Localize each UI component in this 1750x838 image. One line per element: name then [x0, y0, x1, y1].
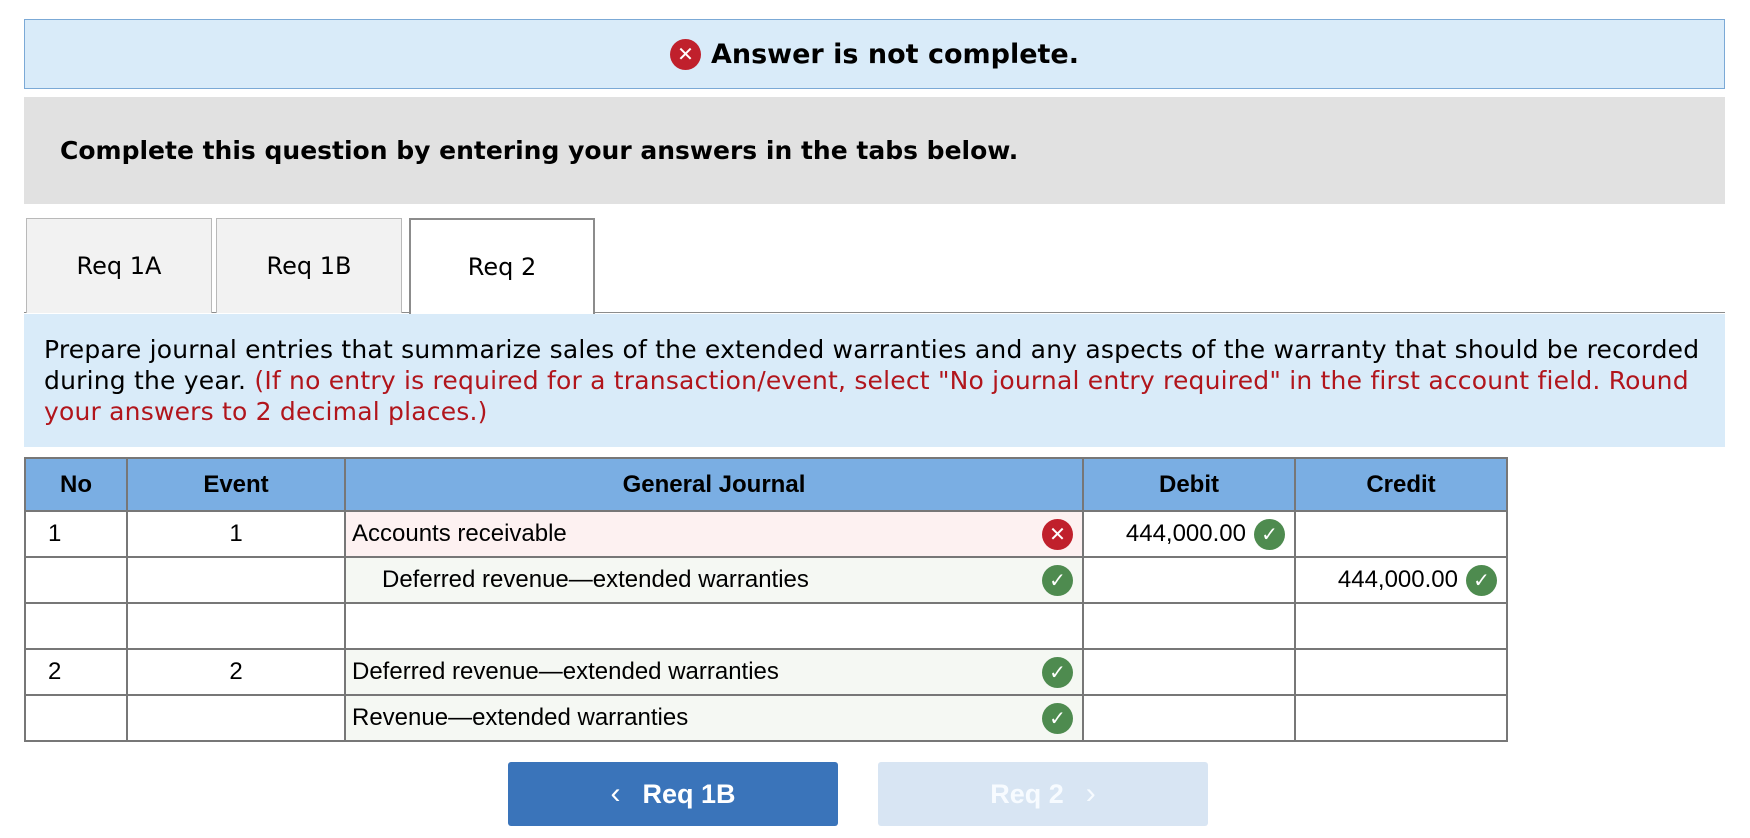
tab-label: Req 2: [467, 253, 537, 281]
correct-check-icon: ✓: [1042, 656, 1073, 688]
incorrect-x-icon: ✕: [1042, 518, 1073, 550]
credit-cell[interactable]: [1294, 602, 1508, 650]
table-row: [24, 602, 1508, 650]
table-row: Deferred revenue—extended warranties ✓ 4…: [24, 556, 1508, 604]
tab-req-2[interactable]: Req 2: [409, 218, 595, 314]
table-header-row: No Event General Journal Debit Credit: [24, 457, 1508, 512]
correct-check-icon: ✓: [1042, 564, 1073, 596]
next-req-button[interactable]: Req 2 ›: [878, 762, 1208, 826]
row-event: [126, 602, 346, 650]
account-name[interactable]: Revenue—extended warranties: [352, 704, 688, 732]
credit-cell[interactable]: [1294, 694, 1508, 742]
prev-button-label: Req 1B: [642, 778, 736, 809]
credit-cell[interactable]: [1294, 648, 1508, 696]
credit-cell[interactable]: [1294, 510, 1508, 558]
debit-cell[interactable]: [1082, 648, 1296, 696]
row-no: 2: [24, 648, 128, 696]
correct-check-icon: ✓: [1254, 518, 1285, 550]
instruction-bar: Complete this question by entering your …: [24, 97, 1725, 204]
table-row: 1 1 Accounts receivable ✕ 444,000.00 ✓: [24, 510, 1508, 558]
header-debit: Debit: [1082, 457, 1296, 512]
next-button-label: Req 2: [990, 778, 1064, 809]
row-event: [126, 556, 346, 604]
debit-cell[interactable]: [1082, 602, 1296, 650]
header-event: Event: [126, 457, 346, 512]
credit-cell[interactable]: 444,000.00 ✓: [1294, 556, 1508, 604]
header-general-journal: General Journal: [344, 457, 1084, 512]
header-credit: Credit: [1294, 457, 1508, 512]
banner-text: Answer is not complete.: [710, 38, 1080, 70]
row-no: 1: [24, 510, 128, 558]
account-cell[interactable]: Deferred revenue—extended warranties ✓: [344, 556, 1084, 604]
question-prompt: Prepare journal entries that summarize s…: [24, 314, 1725, 447]
table-row: Revenue—extended warranties ✓: [24, 694, 1508, 742]
chevron-left-icon: ‹: [610, 777, 621, 810]
debit-cell[interactable]: 444,000.00 ✓: [1082, 510, 1296, 558]
debit-cell[interactable]: [1082, 556, 1296, 604]
correct-check-icon: ✓: [1042, 702, 1073, 734]
tab-req-1b[interactable]: Req 1B: [216, 218, 402, 313]
account-cell[interactable]: Deferred revenue—extended warranties ✓: [344, 648, 1084, 696]
requirement-tabs: Req 1A Req 1B Req 2: [24, 218, 1725, 314]
account-name[interactable]: Deferred revenue—extended warranties: [352, 658, 779, 686]
account-name[interactable]: Accounts receivable: [352, 520, 567, 548]
row-event: 1: [126, 510, 346, 558]
table-row: 2 2 Deferred revenue—extended warranties…: [24, 648, 1508, 696]
row-no: [24, 556, 128, 604]
tab-req-1a[interactable]: Req 1A: [26, 218, 212, 313]
account-name[interactable]: Deferred revenue—extended warranties: [382, 566, 809, 594]
question-note: (If no entry is required for a transacti…: [44, 366, 1689, 426]
debit-amount[interactable]: 444,000.00: [1126, 520, 1246, 548]
row-no: [24, 694, 128, 742]
header-no: No: [24, 457, 128, 512]
answer-status-banner: ✕ Answer is not complete.: [24, 19, 1725, 89]
correct-check-icon: ✓: [1466, 564, 1497, 596]
row-event: 2: [126, 648, 346, 696]
instruction-text: Complete this question by entering your …: [60, 136, 1019, 165]
debit-cell[interactable]: [1082, 694, 1296, 742]
row-no: [24, 602, 128, 650]
row-event: [126, 694, 346, 742]
account-cell[interactable]: Revenue—extended warranties ✓: [344, 694, 1084, 742]
prev-req-button[interactable]: ‹ Req 1B: [508, 762, 838, 826]
general-journal-table: No Event General Journal Debit Credit 1 …: [24, 457, 1508, 742]
account-cell[interactable]: [344, 602, 1084, 650]
credit-amount[interactable]: 444,000.00: [1338, 566, 1458, 594]
tab-label: Req 1B: [266, 252, 352, 280]
chevron-right-icon: ›: [1085, 777, 1096, 810]
error-x-icon: ✕: [669, 38, 701, 70]
account-cell[interactable]: Accounts receivable ✕: [344, 510, 1084, 558]
tab-label: Req 1A: [76, 252, 162, 280]
